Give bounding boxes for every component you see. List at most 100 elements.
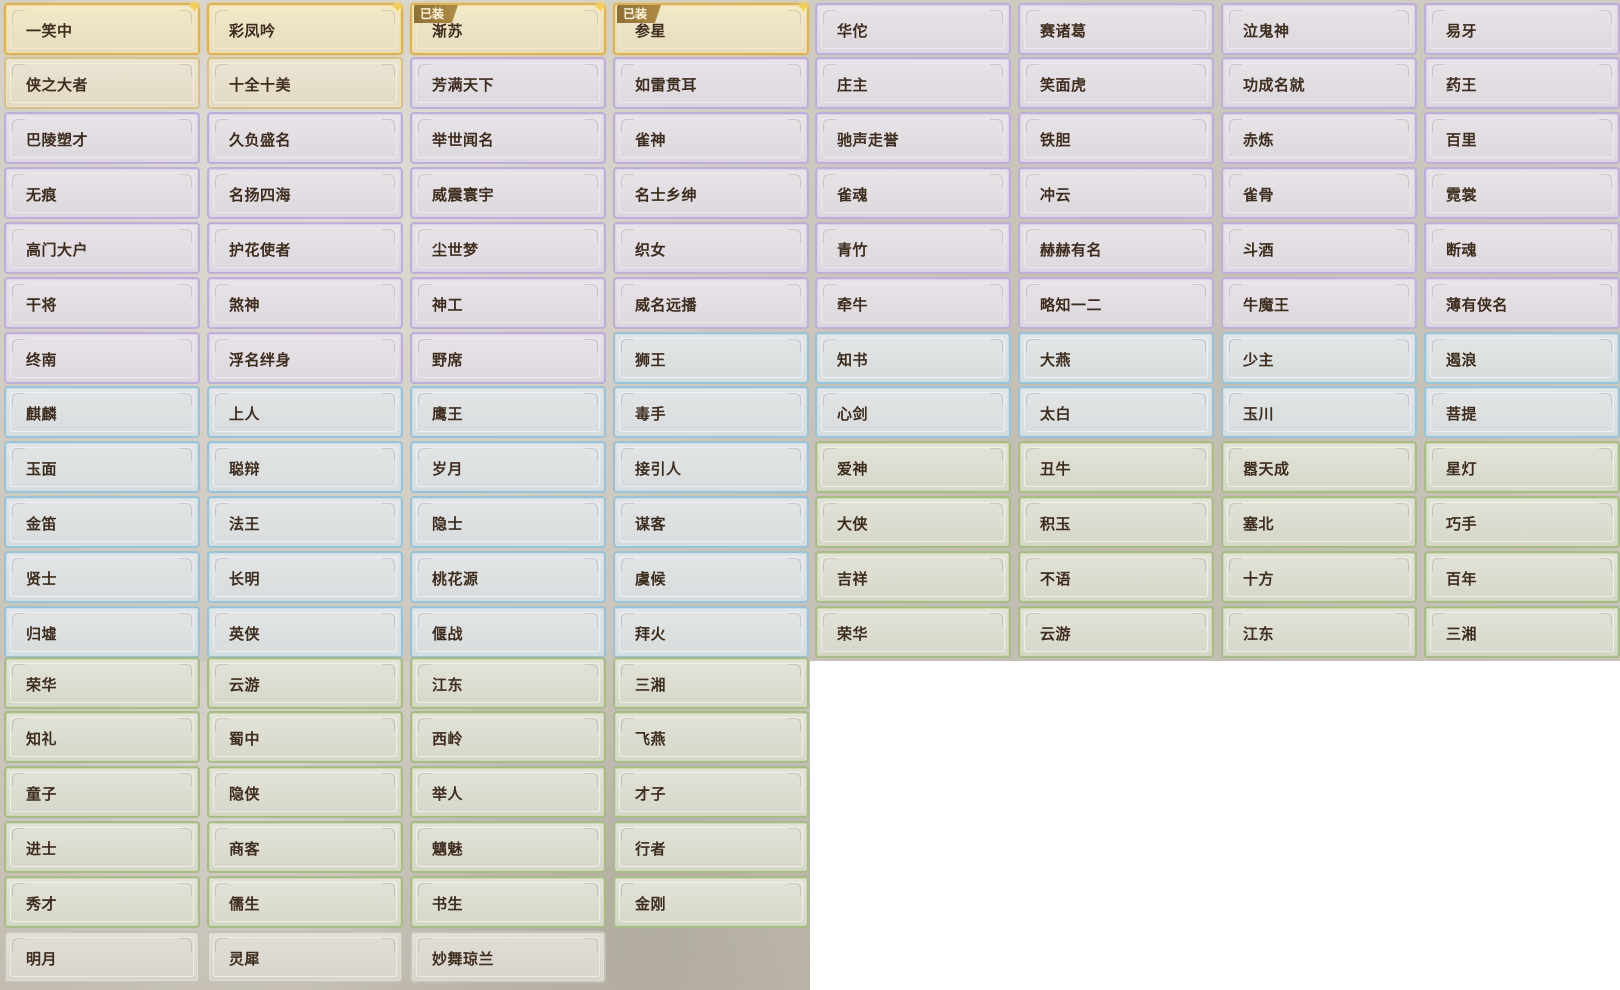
title-tile[interactable]: 巧手 xyxy=(1424,496,1620,548)
title-tile[interactable]: 明月 xyxy=(4,931,200,983)
title-tile[interactable]: 百年 xyxy=(1424,551,1620,603)
title-tile[interactable]: 举世闻名 xyxy=(410,112,606,164)
title-tile[interactable]: 终南 xyxy=(4,332,200,384)
title-tile[interactable]: 药王 xyxy=(1424,57,1620,109)
title-tile[interactable]: 牛魔王 xyxy=(1221,277,1417,329)
title-tile[interactable]: 名士乡绅 xyxy=(613,167,809,219)
title-tile[interactable]: 雀魂 xyxy=(815,167,1011,219)
title-tile[interactable]: 易牙 xyxy=(1424,3,1620,55)
title-tile[interactable]: 贤士 xyxy=(4,551,200,603)
title-tile[interactable]: 隐士 xyxy=(410,496,606,548)
title-tile[interactable]: 举人 xyxy=(410,766,606,818)
title-tile[interactable]: 积玉 xyxy=(1018,496,1214,548)
title-tile[interactable]: 偃战 xyxy=(410,606,606,658)
title-tile[interactable]: 江东 xyxy=(410,657,606,709)
title-tile[interactable]: 无痕 xyxy=(4,167,200,219)
title-tile[interactable]: 塞北 xyxy=(1221,496,1417,548)
title-tile[interactable]: 玉川 xyxy=(1221,386,1417,438)
title-tile[interactable]: 赤炼 xyxy=(1221,112,1417,164)
title-tile[interactable]: 云游 xyxy=(1018,606,1214,658)
title-tile[interactable]: 遏浪 xyxy=(1424,332,1620,384)
title-tile[interactable]: 岁月 xyxy=(410,441,606,493)
title-tile[interactable]: 魑魅 xyxy=(410,821,606,873)
title-tile[interactable]: 功成名就 xyxy=(1221,57,1417,109)
title-tile[interactable]: 一笑中 ✦ xyxy=(4,0,202,55)
title-tile[interactable]: 西岭 xyxy=(410,711,606,763)
title-tile[interactable]: 大侠 xyxy=(815,496,1011,548)
title-tile[interactable]: 渐苏 ✦ 已装 xyxy=(410,0,608,55)
title-tile[interactable]: 庄主 xyxy=(815,57,1011,109)
title-tile[interactable]: 虞候 xyxy=(613,551,809,603)
title-tile[interactable]: 上人 xyxy=(207,386,403,438)
title-tile[interactable]: 太白 xyxy=(1018,386,1214,438)
title-tile[interactable]: 星灯 xyxy=(1424,441,1620,493)
title-tile[interactable]: 赫赫有名 xyxy=(1018,222,1214,274)
title-tile[interactable]: 灵犀 xyxy=(207,931,403,983)
title-tile[interactable]: 野席 xyxy=(410,332,606,384)
title-tile[interactable]: 秀才 xyxy=(4,876,200,928)
title-tile[interactable]: 江东 xyxy=(1221,606,1417,658)
title-tile[interactable]: 童子 xyxy=(4,766,200,818)
title-tile[interactable]: 飞燕 xyxy=(613,711,809,763)
title-tile[interactable]: 高门大户 xyxy=(4,222,200,274)
title-tile[interactable]: 斗酒 xyxy=(1221,222,1417,274)
title-tile[interactable]: 英侠 xyxy=(207,606,403,658)
title-tile[interactable]: 毒手 xyxy=(613,386,809,438)
title-tile[interactable]: 嚣天成 xyxy=(1221,441,1417,493)
title-tile[interactable]: 驰声走誉 xyxy=(815,112,1011,164)
title-tile[interactable]: 巴陵塑才 xyxy=(4,112,200,164)
title-tile[interactable]: 煞神 xyxy=(207,277,403,329)
title-tile[interactable]: 铁胆 xyxy=(1018,112,1214,164)
title-tile[interactable]: 百里 xyxy=(1424,112,1620,164)
title-tile[interactable]: 金刚 xyxy=(613,876,809,928)
title-tile[interactable]: 泣鬼神 xyxy=(1221,3,1417,55)
title-tile[interactable]: 吉祥 xyxy=(815,551,1011,603)
title-tile[interactable]: 威震寰宇 xyxy=(410,167,606,219)
title-tile[interactable]: 如雷贯耳 xyxy=(613,57,809,109)
title-tile[interactable]: 爱神 xyxy=(815,441,1011,493)
title-tile[interactable]: 久负盛名 xyxy=(207,112,403,164)
title-tile[interactable]: 薄有侠名 xyxy=(1424,277,1620,329)
title-tile[interactable]: 护花使者 xyxy=(207,222,403,274)
title-tile[interactable]: 妙舞琼兰 xyxy=(410,931,606,983)
title-tile[interactable]: 青竹 xyxy=(815,222,1011,274)
title-tile[interactable]: 芳满天下 xyxy=(410,57,606,109)
title-tile[interactable]: 少主 xyxy=(1221,332,1417,384)
title-tile[interactable]: 赛诸葛 xyxy=(1018,3,1214,55)
title-tile[interactable]: 彩凤吟 ✦ xyxy=(207,0,405,55)
title-tile[interactable]: 知书 xyxy=(815,332,1011,384)
title-tile[interactable]: 神工 xyxy=(410,277,606,329)
title-tile[interactable]: 冲云 xyxy=(1018,167,1214,219)
title-tile[interactable]: 威名远播 xyxy=(613,277,809,329)
title-tile[interactable]: 荣华 xyxy=(4,657,200,709)
title-tile[interactable]: 霓裳 xyxy=(1424,167,1620,219)
title-tile[interactable]: 尘世梦 xyxy=(410,222,606,274)
title-tile[interactable]: 狮王 xyxy=(613,332,809,384)
title-tile[interactable]: 侠之大者 xyxy=(4,57,200,109)
title-tile[interactable]: 不语 xyxy=(1018,551,1214,603)
title-tile[interactable]: 拜火 xyxy=(613,606,809,658)
title-tile[interactable]: 麒麟 xyxy=(4,386,200,438)
title-tile[interactable]: 蜀中 xyxy=(207,711,403,763)
title-tile[interactable]: 十方 xyxy=(1221,551,1417,603)
title-tile[interactable]: 玉面 xyxy=(4,441,200,493)
title-tile[interactable]: 儒生 xyxy=(207,876,403,928)
title-tile[interactable]: 参星 ✦ 已装 xyxy=(613,0,811,55)
title-tile[interactable]: 鹰王 xyxy=(410,386,606,438)
title-tile[interactable]: 桃花源 xyxy=(410,551,606,603)
title-tile[interactable]: 隐侠 xyxy=(207,766,403,818)
title-tile[interactable]: 三湘 xyxy=(1424,606,1620,658)
title-tile[interactable]: 断魂 xyxy=(1424,222,1620,274)
title-tile[interactable]: 三湘 xyxy=(613,657,809,709)
title-tile[interactable]: 聪辩 xyxy=(207,441,403,493)
title-tile[interactable]: 大燕 xyxy=(1018,332,1214,384)
title-tile[interactable]: 荣华 xyxy=(815,606,1011,658)
title-tile[interactable]: 书生 xyxy=(410,876,606,928)
title-tile[interactable]: 丑牛 xyxy=(1018,441,1214,493)
title-tile[interactable]: 浮名绊身 xyxy=(207,332,403,384)
title-tile[interactable]: 心剑 xyxy=(815,386,1011,438)
title-tile[interactable]: 笑面虎 xyxy=(1018,57,1214,109)
title-tile[interactable]: 牵牛 xyxy=(815,277,1011,329)
title-tile[interactable]: 进士 xyxy=(4,821,200,873)
title-tile[interactable]: 才子 xyxy=(613,766,809,818)
